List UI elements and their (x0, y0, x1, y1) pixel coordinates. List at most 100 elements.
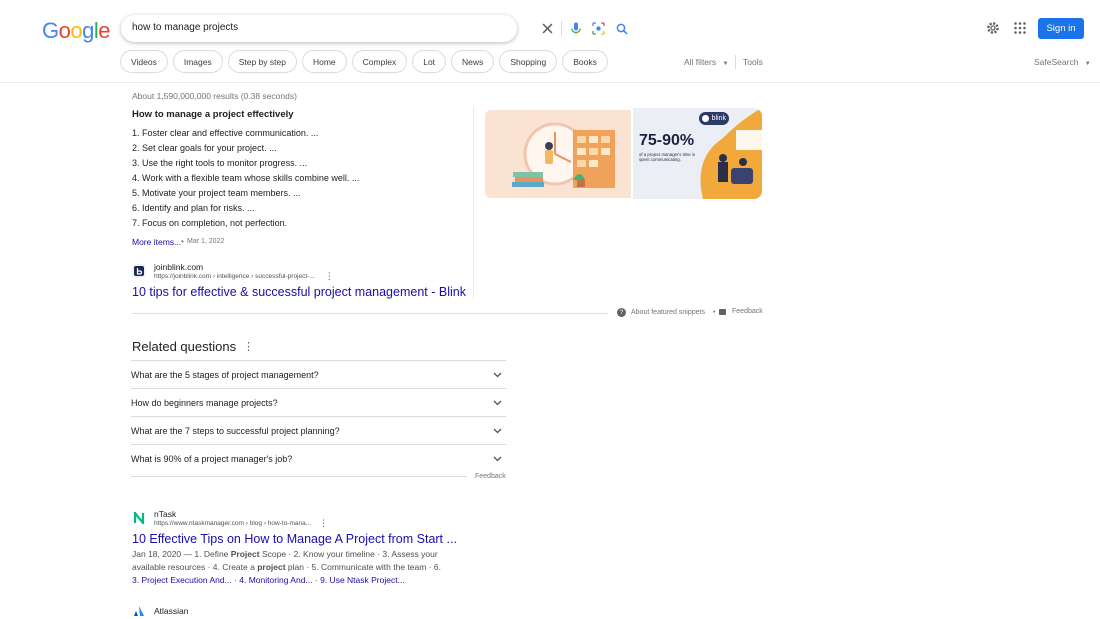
related-question-text: What is 90% of a project manager's job? (131, 453, 293, 464)
logo-letter: G (42, 18, 59, 43)
related-question-text: What are the 5 stages of project managem… (131, 369, 319, 380)
logo-letter: e (98, 18, 111, 43)
related-questions-feedback-link[interactable]: Feedback (475, 473, 506, 480)
blink-stat: 75-90% (639, 132, 695, 149)
source-name: joinblink.com (154, 262, 204, 272)
microphone-icon[interactable] (568, 21, 583, 36)
search-divider (561, 21, 562, 36)
chevron-down-icon (493, 454, 502, 464)
related-question[interactable]: What are the 7 steps to successful proje… (131, 416, 506, 444)
chip-shopping[interactable]: Shopping (499, 50, 558, 73)
list-item: 1. Foster clear and effective communicat… (132, 128, 319, 138)
desc-highlight: Project (230, 549, 260, 559)
all-filters-label: All filters (684, 57, 717, 67)
snippet-result-title[interactable]: 10 tips for effective & successful proje… (132, 285, 466, 299)
blink-favicon (132, 264, 146, 278)
safesearch-dropdown[interactable]: SafeSearch ▼ (1034, 57, 1091, 67)
chevron-down-icon (493, 426, 502, 436)
list-item: 7. Focus on completion, not perfection. (132, 218, 288, 228)
help-circle-icon: ? (617, 308, 626, 317)
related-question[interactable]: What is 90% of a project manager's job? (131, 444, 506, 472)
bullet-separator: • (712, 309, 716, 316)
chevron-down-icon (493, 370, 502, 380)
chip-news[interactable]: News (451, 50, 495, 73)
related-question-text: What are the 7 steps to successful proje… (131, 425, 340, 436)
settings-gear-icon[interactable] (986, 21, 1000, 35)
source-url: https://www.ntaskmanager.com › blog › ho… (154, 519, 312, 527)
list-item: 3. Use the right tools to monitor progre… (132, 158, 308, 168)
about-featured-snippets-link[interactable]: ? About featured snippets • (617, 308, 715, 317)
filter-divider (735, 55, 736, 69)
logo-letter: o (58, 18, 71, 43)
chip-videos[interactable]: Videos (120, 50, 168, 73)
blink-brand: blink (711, 115, 726, 122)
chip-books[interactable]: Books (562, 50, 608, 73)
related-question[interactable]: What are the 5 stages of project managem… (131, 360, 506, 388)
list-item: 5. Motivate your project team members. .… (132, 188, 301, 198)
sitelink[interactable]: 3. Project Execution And... (132, 575, 232, 585)
more-items-link[interactable]: More items... (132, 237, 181, 247)
clear-icon[interactable] (540, 21, 555, 36)
chip-home[interactable]: Home (301, 50, 347, 73)
source-name: Atlassian (154, 606, 189, 616)
logo-letter: o (70, 18, 83, 43)
result-date: Jan 18, 2020 (132, 549, 182, 559)
bullet-separator: • (181, 237, 184, 246)
source-name: nTask (154, 509, 177, 519)
snippet-source[interactable]: joinblink.com https://joinblink.com › in… (132, 262, 334, 281)
search-input[interactable]: how to manage projects (132, 22, 238, 33)
snippet-image-blink-stat[interactable]: blink 75-90% of a project manager's time… (633, 108, 762, 199)
result-source[interactable]: Atlassian (132, 604, 189, 618)
about-featured-snippets-label: About featured snippets (631, 309, 705, 316)
desc-text: — 1. Define (181, 549, 231, 559)
snippet-title: How to manage a project effectively (132, 109, 294, 120)
desc-text: plan · 5. Communicate with the team · 6. (285, 562, 441, 572)
snippet-list: 1. Foster clear and effective communicat… (132, 127, 359, 232)
blink-brand-badge: blink (699, 112, 729, 125)
related-question[interactable]: How do beginners manage projects? (131, 388, 506, 416)
chip-step-by-step[interactable]: Step by step (227, 50, 297, 73)
related-questions-divider (131, 476, 467, 477)
desc-highlight: project (257, 562, 286, 572)
result-title[interactable]: 10 Effective Tips on How to Manage A Pro… (132, 532, 457, 546)
feedback-icon (719, 308, 726, 315)
caret-down-icon: ▼ (722, 61, 729, 67)
tools-button[interactable]: Tools (743, 57, 763, 67)
search-icon[interactable] (614, 21, 629, 36)
atlassian-favicon (132, 604, 146, 618)
caret-down-icon: ▼ (1084, 61, 1091, 67)
result-source[interactable]: nTask https://www.ntaskmanager.com › blo… (132, 509, 328, 528)
header-divider (0, 82, 1100, 83)
sitelink[interactable]: 4. Monitoring And... (239, 575, 312, 585)
safesearch-label: SafeSearch (1034, 57, 1079, 67)
feedback-label: Feedback (732, 308, 763, 315)
snippet-feedback-link[interactable]: Feedback (719, 308, 763, 315)
chevron-down-icon (493, 398, 502, 408)
related-question-text: How do beginners manage projects? (131, 397, 278, 408)
snippet-image-time-management[interactable] (485, 110, 631, 198)
search-box[interactable]: how to manage projects (121, 15, 628, 42)
lens-camera-icon[interactable] (591, 21, 606, 36)
list-item: 6. Identify and plan for risks. ... (132, 203, 255, 213)
chip-complex[interactable]: Complex (351, 50, 408, 73)
google-logo[interactable]: Google (42, 18, 111, 44)
more-options-icon[interactable]: ⋮ (325, 272, 334, 281)
result-stats: About 1,590,000,000 results (0.38 second… (132, 91, 297, 101)
chip-images[interactable]: Images (172, 50, 223, 73)
list-item: 2. Set clear goals for your project. ... (132, 143, 277, 153)
more-options-icon[interactable]: ⋮ (243, 342, 254, 353)
result-description: Jan 18, 2020 — 1. Define Project Scope ·… (132, 548, 472, 574)
snippet-vertical-divider (473, 107, 474, 299)
list-item: 4. Work with a flexible team whose skill… (132, 173, 360, 183)
more-options-icon[interactable]: ⋮ (319, 519, 328, 528)
sign-in-button[interactable]: Sign in (1038, 18, 1084, 39)
search-filter-chips: Videos Images Step by step Home Complex … (120, 50, 608, 73)
chip-lot[interactable]: Lot (412, 50, 447, 73)
sitelink[interactable]: 9. Use Ntask Project... (320, 575, 405, 585)
logo-letter: g (82, 18, 94, 43)
blink-logo-icon (702, 115, 709, 122)
all-filters-dropdown[interactable]: All filters ▼ (684, 57, 728, 67)
apps-grid-icon[interactable] (1013, 21, 1027, 35)
blink-stat-caption: of a project manager's time is spent com… (639, 152, 695, 162)
related-questions-heading: Related questions (132, 339, 237, 354)
